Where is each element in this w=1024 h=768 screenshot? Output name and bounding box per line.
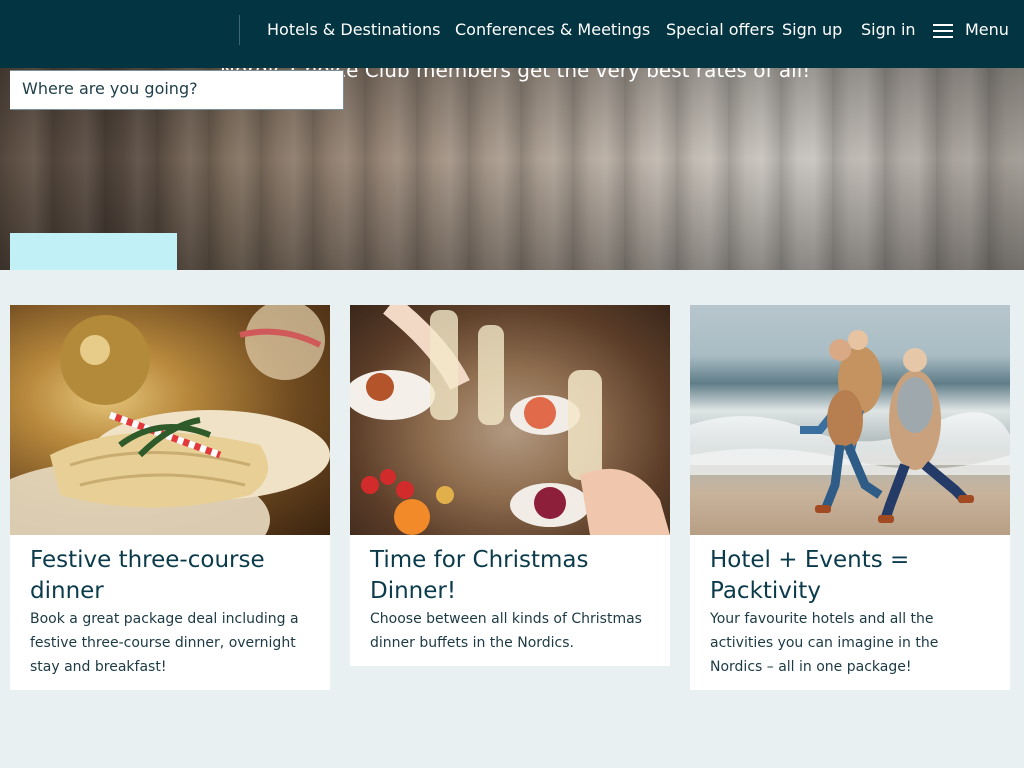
nav-conferences-meetings[interactable]: Conferences & Meetings	[455, 19, 650, 41]
hamburger-icon	[933, 23, 953, 38]
nav-hotels-destinations[interactable]: Hotels & Destinations	[267, 19, 441, 41]
card-body: Hotel + Events = Packtivity Your favouri…	[690, 535, 1010, 690]
sign-up-link[interactable]: Sign up	[782, 19, 842, 41]
card-title: Hotel + Events = Packtivity	[710, 547, 910, 604]
offer-card-festive-dinner[interactable]: Festive three-course dinner Book a great…	[10, 305, 330, 690]
card-body: Time for Christmas Dinner! Choose betwee…	[350, 535, 670, 666]
festive-dinner-image	[10, 305, 330, 535]
card-title: Festive three-course dinner	[30, 547, 265, 604]
hero-cta-button[interactable]	[10, 233, 177, 270]
hero-banner: Nordic Choice Club members get the very …	[0, 68, 1024, 270]
beach-couple-image	[690, 305, 1010, 535]
card-description: Book a great package deal including a fe…	[30, 611, 299, 675]
card-description: Your favourite hotels and all the activi…	[710, 611, 939, 675]
card-body: Festive three-course dinner Book a great…	[10, 535, 330, 690]
menu-label: Menu	[965, 20, 1009, 39]
card-title: Time for Christmas Dinner!	[370, 547, 589, 604]
site-header: Hotels & Destinations Conferences & Meet…	[0, 0, 1024, 68]
offer-card-packtivity[interactable]: Hotel + Events = Packtivity Your favouri…	[690, 305, 1010, 690]
destination-search-input[interactable]: Where are you going?	[10, 70, 344, 110]
nav-special-offers[interactable]: Special offers	[666, 19, 774, 41]
header-divider	[239, 15, 240, 45]
offer-card-christmas-dinner[interactable]: Time for Christmas Dinner! Choose betwee…	[350, 305, 670, 666]
card-description: Choose between all kinds of Christmas di…	[370, 611, 642, 651]
sign-in-link[interactable]: Sign in	[861, 19, 916, 41]
menu-button[interactable]: Menu	[933, 19, 1009, 41]
christmas-dinner-image	[350, 305, 670, 535]
